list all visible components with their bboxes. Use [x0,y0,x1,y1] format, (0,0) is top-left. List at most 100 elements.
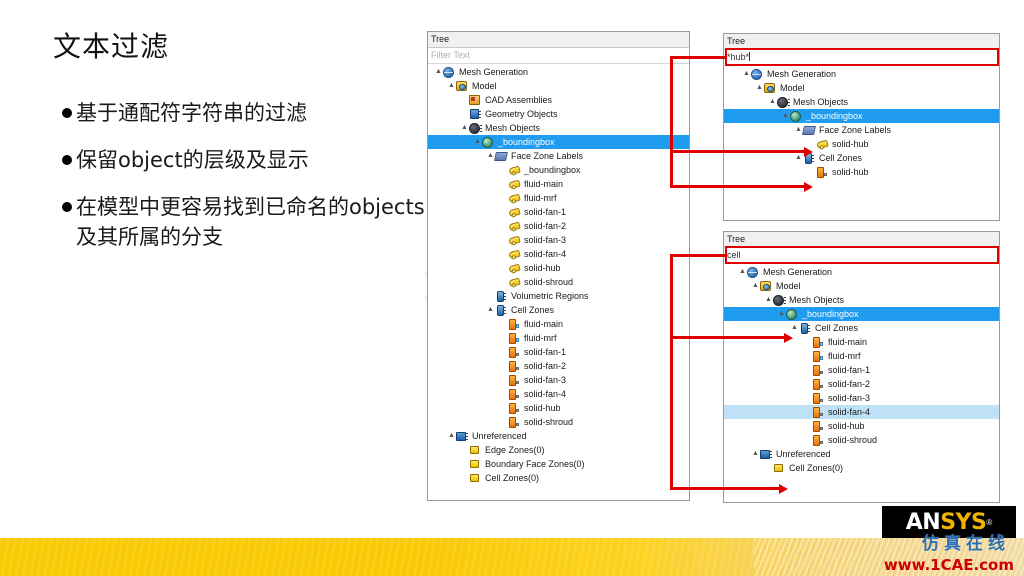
tree-row-label: Edge Zones(0) [485,445,545,455]
tree-row[interactable]: ▲fluid-main [428,317,689,331]
expand-collapse-icon[interactable]: ▲ [790,321,799,335]
tree-row[interactable]: ▲fluid-mrf [428,331,689,345]
tree-row[interactable]: ▲solid-fan-2 [428,219,689,233]
tree-row[interactable]: ▲solid-hub [428,401,689,415]
tree-body[interactable]: ▲Mesh Generation▲Model▲CAD Assemblies▲Ge… [428,64,689,485]
tree-row[interactable]: ▲CAD Assemblies [428,93,689,107]
tree-row[interactable]: ▲solid-fan-2 [428,359,689,373]
tree-row[interactable]: ▲solid-shroud [428,275,689,289]
tree-row[interactable]: ▲solid-hub [428,261,689,275]
tree-row[interactable]: ▲ Cell Zones [428,303,689,317]
cell-zone-solid-icon-glyph [817,167,827,178]
filter-text-input[interactable]: cell [724,248,999,264]
tree-row[interactable]: ▲fluid-mrf [724,349,999,363]
tree-row-label: fluid-mrf [524,193,557,203]
tree-row[interactable]: ▲solid-hub [724,419,999,433]
tree-panel-hub-filter[interactable]: Tree *hub* ▲ Mesh Generation ▲ Model ▲ Mesh O… [723,33,1000,221]
tree-row-label: solid-hub [524,263,561,273]
tree-row[interactable]: ▲ Model [724,81,999,95]
tree-row[interactable]: ▲ Face Zone Labels [724,123,999,137]
tree-body[interactable]: ▲ Mesh Generation ▲ Model ▲ Mesh Objects ▲ _bou… [724,66,999,179]
tree-row[interactable]: ▲ Model [724,279,999,293]
tree-row[interactable]: ▲solid-fan-4 [428,387,689,401]
tree-row[interactable]: ▲solid-shroud [428,415,689,429]
expand-collapse-icon[interactable]: ▲ [473,135,482,149]
tree-row[interactable]: ▲ Unreferenced [724,447,999,461]
tree-row[interactable]: ▲solid-fan-1 [428,205,689,219]
tree-row-label: _boundingbox [806,111,863,121]
tree-row[interactable]: ▲_boundingbox [724,307,999,321]
expand-collapse-icon[interactable]: ▲ [434,65,443,79]
expand-collapse-icon[interactable]: ▲ [738,265,747,279]
tree-row[interactable]: ▲solid-shroud [724,433,999,447]
expand-collapse-icon[interactable]: ▲ [764,293,773,307]
tree-row[interactable]: ▲Geometry Objects [428,107,689,121]
tree-row[interactable]: ▲Boundary Face Zones(0) [428,457,689,471]
face-zone-tag-icon-glyph [508,277,521,288]
tree-row[interactable]: ▲solid-fan-3 [724,391,999,405]
expand-collapse-icon[interactable]: ▲ [794,151,803,165]
expand-collapse-icon[interactable]: ▲ [460,121,469,135]
mesh-objects-icon [773,294,786,306]
list-item: 基于通配符字符串的过滤 [62,98,432,128]
filter-text-input[interactable]: *hub* [724,50,999,66]
tree-row[interactable]: ▲fluid-mrf [428,191,689,205]
tree-row[interactable]: ▲ Mesh Objects [428,121,689,135]
expand-collapse-icon[interactable]: ▲ [447,79,456,93]
tree-row[interactable]: ▲solid-hub [724,137,999,151]
expand-collapse-icon[interactable]: ▲ [751,279,760,293]
tree-row[interactable]: ▲ Cell Zones [724,151,999,165]
tree-row[interactable]: ▲solid-fan-4 [428,247,689,261]
expand-collapse-icon[interactable]: ▲ [755,81,764,95]
expand-collapse-icon[interactable]: ▲ [777,307,786,321]
tree-row[interactable]: ▲solid-fan-3 [428,233,689,247]
tree-row[interactable]: ▲solid-fan-2 [724,377,999,391]
cell-zone-solid-icon-glyph [509,375,519,386]
filter-text-input[interactable]: Filter Text [428,48,689,64]
expand-collapse-icon[interactable]: ▲ [781,109,790,123]
expand-collapse-icon[interactable]: ▲ [751,447,760,461]
mesh-object-icon [790,110,803,122]
tree-row[interactable]: ▲Volumetric Regions [428,289,689,303]
tree-row[interactable]: ▲Cell Zones(0) [724,461,999,475]
tree-row[interactable]: ▲ Cell Zones [724,321,999,335]
tree-body[interactable]: ▲ Mesh Generation ▲ Model ▲ Mesh Objects ▲ _bou… [724,264,999,475]
tree-row[interactable]: ▲_boundingbox [428,135,689,149]
tree-row[interactable]: ▲solid-fan-4 [724,405,999,419]
cell-zone-fluid-icon-glyph [813,351,823,362]
volumetric-regions-icon [495,290,508,302]
tree-row-label: solid-fan-1 [828,365,871,375]
tree-row[interactable]: ▲ _boundingbox [724,109,999,123]
tree-panel-full[interactable]: Tree Filter Text ▲Mesh Generation▲Model▲… [427,31,690,501]
tree-row[interactable]: ▲ Mesh Generation [724,265,999,279]
tree-row[interactable]: ▲_boundingbox [428,163,689,177]
tree-row[interactable]: ▲Cell Zones(0) [428,471,689,485]
tree-row[interactable]: ▲Edge Zones(0) [428,443,689,457]
expand-collapse-icon[interactable]: ▲ [742,67,751,81]
mesh-objects-icon-glyph [469,123,482,134]
tree-row[interactable]: ▲solid-hub [724,165,999,179]
tree-row-label: Cell Zones(0) [485,473,540,483]
face-zone-tag-icon-glyph [508,263,521,274]
tree-row[interactable]: ▲ Mesh Generation [428,65,689,79]
tree-row[interactable]: ▲ Mesh Objects [724,293,999,307]
zone-icon [469,458,482,470]
tree-row-label: Unreferenced [472,431,527,441]
model-icon-glyph [456,81,467,91]
tree-row[interactable]: ▲solid-fan-1 [428,345,689,359]
expand-collapse-icon[interactable]: ▲ [486,303,495,317]
expand-collapse-icon[interactable]: ▲ [447,429,456,443]
tree-row[interactable]: ▲ Mesh Generation [724,67,999,81]
tree-panel-cell-filter[interactable]: Tree cell ▲ Mesh Generation ▲ Model ▲ Mesh Ob… [723,231,1000,503]
tree-row[interactable]: ▲fluid-main [428,177,689,191]
face-zone-labels-icon-glyph [802,126,816,135]
tree-row[interactable]: ▲ Face Zone Labels [428,149,689,163]
tree-row[interactable]: ▲ Mesh Objects [724,95,999,109]
volumetric-regions-icon-glyph [497,291,506,302]
tree-row[interactable]: ▲ Model [428,79,689,93]
tree-row[interactable]: ▲solid-fan-3 [428,373,689,387]
tree-row[interactable]: ▲ Unreferenced [428,429,689,443]
tree-row[interactable]: ▲fluid-main [724,335,999,349]
expand-collapse-icon[interactable]: ▲ [768,95,777,109]
tree-row[interactable]: ▲solid-fan-1 [724,363,999,377]
